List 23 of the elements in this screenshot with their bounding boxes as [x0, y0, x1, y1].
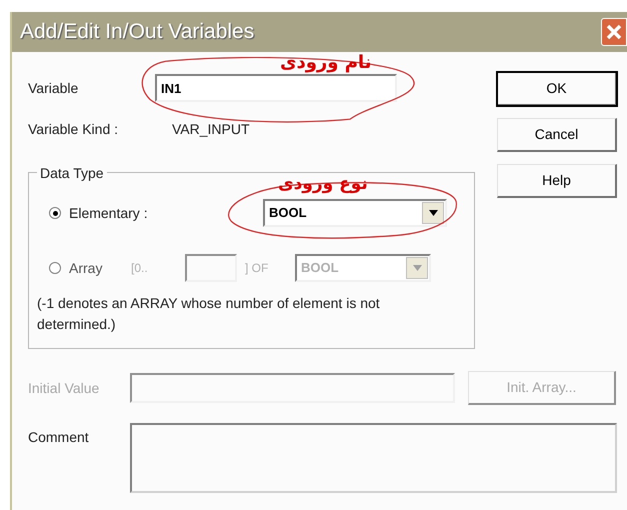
variable-kind-label: Variable Kind :: [28, 120, 120, 139]
radio-button[interactable]: [49, 207, 61, 219]
radio-label[interactable]: Elementary :: [69, 202, 263, 224]
initial-value-label: Initial Value: [28, 378, 100, 398]
variable-input[interactable]: IN1: [155, 74, 397, 102]
variable-kind-value: VAR_INPUT: [172, 120, 250, 139]
window-title: Add/Edit In/Out Variables: [20, 19, 254, 46]
dialog-button[interactable]: OK: [497, 72, 617, 106]
variable-label: Variable: [28, 78, 80, 98]
type-dropdown[interactable]: BOOL: [263, 199, 447, 227]
comment-field[interactable]: [130, 423, 617, 493]
caret-icon: [412, 265, 422, 271]
close-icon: [606, 24, 622, 40]
radio-button[interactable]: [49, 262, 61, 274]
range-suffix: ] OF: [245, 260, 270, 277]
dialog-button[interactable]: Cancel: [497, 118, 617, 152]
radio-label[interactable]: Array: [69, 258, 131, 278]
dialog-button[interactable]: Help: [497, 164, 617, 198]
array-note: (-1 denotes an ARRAY whose number of element is not determined.): [37, 294, 381, 334]
close-button[interactable]: [601, 18, 627, 46]
caret-icon: [428, 210, 438, 216]
range-prefix: [0..: [131, 260, 149, 277]
comment-label: Comment: [28, 428, 90, 447]
